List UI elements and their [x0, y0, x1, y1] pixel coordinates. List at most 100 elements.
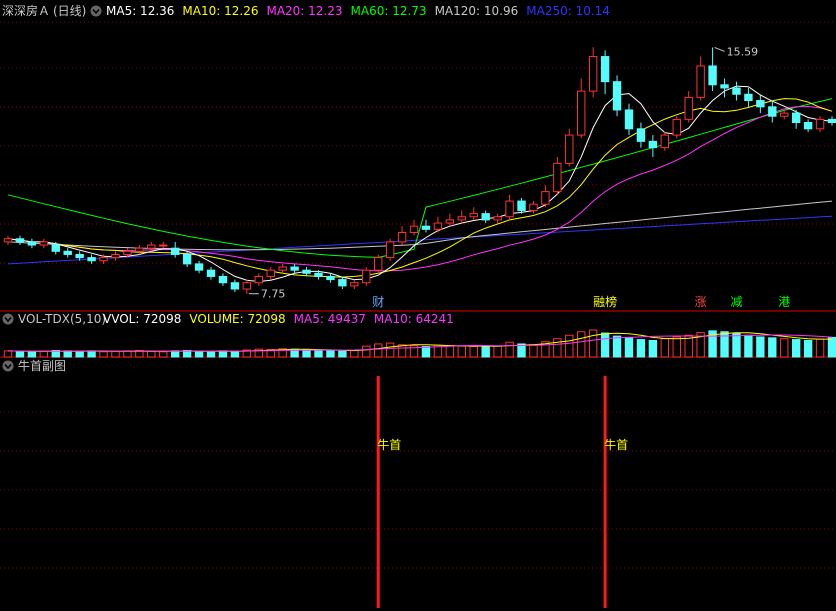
candle-body: [505, 200, 514, 218]
volume-bar: [362, 345, 371, 358]
candle-body: [194, 263, 204, 271]
volume-bar: [147, 350, 156, 358]
ma-legend-item: MA20: 12.23: [266, 4, 342, 18]
volume-legend-item: MA5: 49437: [294, 312, 366, 326]
volume-bar: [565, 334, 574, 358]
niushou-signals: 牛首 牛首: [376, 376, 628, 608]
volume-bar: [732, 332, 741, 358]
volume-bar: [75, 350, 84, 358]
volume-bar: [3, 350, 13, 358]
candle-body: [385, 241, 395, 259]
annotation-label: 7.75: [261, 288, 286, 301]
volume-bar: [15, 350, 25, 358]
volume-bar: [469, 346, 478, 358]
candle-body: [3, 238, 13, 243]
event-marker: 财: [372, 295, 384, 309]
candle-body: [433, 222, 443, 230]
candle-body: [612, 81, 622, 111]
volume-bar: [326, 350, 335, 358]
volume-bar: [338, 350, 347, 358]
volume-bar: [744, 334, 753, 358]
candle-body: [111, 253, 120, 259]
candle-body: [254, 275, 263, 284]
ma-legend-item: MA5: 12.36: [106, 4, 174, 18]
ma-legend-item: MA60: 12.73: [351, 4, 427, 18]
volume-legend-item: VVOL: 72098: [103, 312, 181, 326]
event-marker: 涨: [695, 294, 707, 309]
candle-body: [75, 253, 84, 259]
annotation-pointer: [714, 46, 725, 52]
volume-bar: [302, 349, 311, 358]
candle-body: [362, 269, 371, 284]
volume-bar: [87, 350, 96, 358]
volume-bar: [505, 341, 514, 358]
candle-body: [815, 118, 825, 130]
volume-bar: [612, 335, 622, 358]
stock-title: 深深房Ａ: [2, 3, 50, 18]
event-marker: 港: [778, 295, 790, 309]
volume-bar: [421, 346, 431, 358]
candle-body: [87, 257, 96, 262]
volume-bar: [600, 332, 610, 358]
candle-body: [732, 87, 741, 95]
annotation-label: 15.59: [727, 45, 759, 58]
candle-body: [744, 93, 753, 102]
ma250-line: [7, 215, 833, 265]
volume-bar: [815, 338, 825, 358]
candle-body: [278, 266, 287, 271]
volume-bar: [768, 337, 777, 358]
volume-legend-item: MA10: 64241: [374, 312, 454, 326]
subchart-title: 牛首副图: [18, 358, 66, 373]
candle-body: [780, 112, 789, 117]
candle-body: [350, 282, 359, 287]
candle-body: [374, 257, 383, 271]
volume-legend: VVOL: 72098 VOLUME: 72098 MA5: 49437 MA10: …: [103, 312, 454, 326]
kline-chart[interactable]: 深深房Ａ (日线) MA5: 12.36 MA10: 12.26 MA20: 12.…: [0, 0, 836, 611]
volume-bar: [780, 338, 789, 358]
candle-body: [696, 65, 705, 98]
signal-label: 牛首: [604, 437, 628, 452]
volume-bar: [588, 329, 598, 358]
volume-legend-item: VOLUME: 72098: [189, 312, 285, 326]
candle-body: [409, 225, 419, 233]
candle-body: [517, 200, 526, 211]
volume-bar: [672, 336, 681, 358]
candle-body: [99, 257, 108, 262]
volume-bar: [206, 351, 216, 358]
candle-body: [756, 100, 765, 108]
candle-body: [421, 225, 431, 230]
ma120-line: [7, 200, 833, 251]
candle-body: [314, 272, 323, 277]
candle-body: [791, 112, 801, 124]
volume-bar: [636, 339, 646, 358]
price-annotations: 15.59 7.75: [248, 45, 759, 301]
candle-body: [135, 247, 144, 252]
volume-indicator-name: VOL-TDX(5,10): [18, 312, 106, 326]
volume-bar: [63, 350, 72, 358]
candle-body: [672, 118, 681, 136]
ma20-line: [7, 105, 833, 272]
candle-body: [290, 266, 299, 271]
volume-bars: [3, 329, 836, 358]
volume-bar: [170, 350, 180, 358]
candle-body: [338, 279, 347, 287]
candle-body: [457, 216, 466, 221]
subchart-toggle[interactable]: [2, 360, 14, 372]
signal-bar: [376, 376, 380, 608]
grid-lines: [0, 21, 836, 569]
ma60-line: [7, 98, 833, 258]
candle-body: [159, 244, 168, 247]
volume-bar: [553, 338, 562, 358]
candle-body: [242, 282, 252, 290]
volume-bar: [577, 331, 586, 358]
volume-toggle[interactable]: [2, 313, 14, 325]
candle-body: [541, 191, 550, 205]
volume-bar: [350, 349, 359, 358]
candle-body: [51, 244, 60, 252]
event-marker: 减: [730, 295, 742, 309]
candle-body: [302, 269, 311, 274]
volume-bar: [481, 346, 490, 358]
ma-legend: MA5: 12.36 MA10: 12.26 MA20: 12.23 MA60: 12…: [106, 4, 610, 18]
volume-bar: [457, 345, 466, 358]
header-toggle[interactable]: [90, 5, 102, 17]
